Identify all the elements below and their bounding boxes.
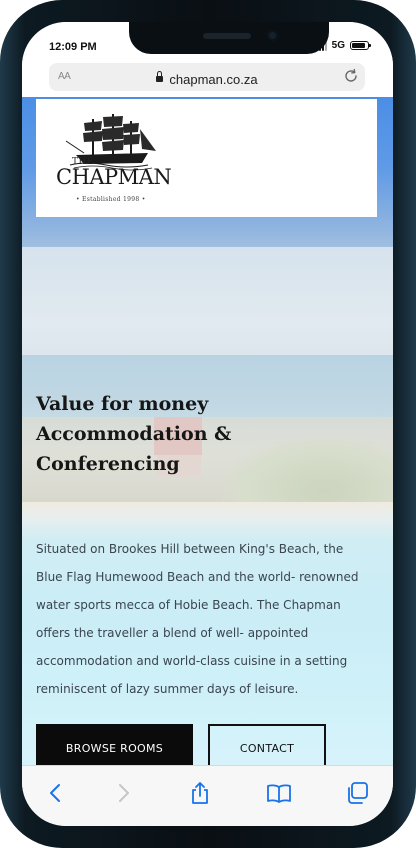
forward-icon xyxy=(119,784,129,802)
browser-toolbar xyxy=(22,765,393,826)
description-line: accommodation and world-class cuisine in… xyxy=(36,654,348,668)
speaker xyxy=(203,33,251,39)
network-label: 5G xyxy=(331,40,345,51)
forward-button[interactable] xyxy=(111,780,137,806)
logo-card[interactable]: THE CHAPMAN • Established 1998 • xyxy=(36,99,377,217)
description-line: water sports mecca of Hobie Beach. The C… xyxy=(36,598,341,612)
description-line: offers the traveller a blend of well- ap… xyxy=(36,626,309,640)
address-bar[interactable]: AA chapman.co.za xyxy=(49,63,365,91)
front-camera xyxy=(267,30,278,41)
notch xyxy=(129,22,329,54)
tabs-button[interactable] xyxy=(344,780,370,806)
battery-fill xyxy=(352,43,365,48)
url-text: chapman.co.za xyxy=(169,72,258,87)
description-line: reminiscent of lazy summer days of leisu… xyxy=(36,682,299,696)
hero-description: Situated on Brookes Hill between King's … xyxy=(36,535,381,703)
logo-name: CHAPMAN xyxy=(56,165,172,189)
bookmarks-button[interactable] xyxy=(266,780,292,806)
reload-icon[interactable] xyxy=(342,67,360,85)
hero-headline: Value for money Accommodation & Conferen… xyxy=(36,389,336,479)
bookmarks-icon xyxy=(267,784,291,803)
description-line: Situated on Brookes Hill between King's … xyxy=(36,542,344,556)
battery-icon xyxy=(350,41,371,50)
headline-line: Conferencing xyxy=(36,453,180,475)
contact-button[interactable]: CONTACT xyxy=(208,724,326,770)
browse-rooms-button[interactable]: BROWSE ROOMS xyxy=(36,724,193,770)
headline-line: Value for money xyxy=(36,393,209,415)
share-button[interactable] xyxy=(187,780,213,806)
url-display[interactable]: chapman.co.za xyxy=(49,69,365,88)
back-button[interactable] xyxy=(42,780,68,806)
screen: 12:09 PM 5G AA chapman.co.za THE CHAPMAN… xyxy=(22,22,393,826)
lock-icon xyxy=(156,70,164,82)
tabs-icon xyxy=(348,782,368,804)
web-page: THE CHAPMAN • Established 1998 • Value f… xyxy=(22,97,393,770)
phone-frame: 12:09 PM 5G AA chapman.co.za THE CHAPMAN… xyxy=(0,0,416,848)
description-line: Blue Flag Humewood Beach and the world- … xyxy=(36,570,359,584)
share-icon xyxy=(192,782,208,804)
status-time: 12:09 PM xyxy=(49,41,97,53)
logo-established: • Established 1998 • xyxy=(76,196,146,203)
back-icon xyxy=(50,784,60,802)
headline-line: Accommodation & xyxy=(36,423,232,445)
